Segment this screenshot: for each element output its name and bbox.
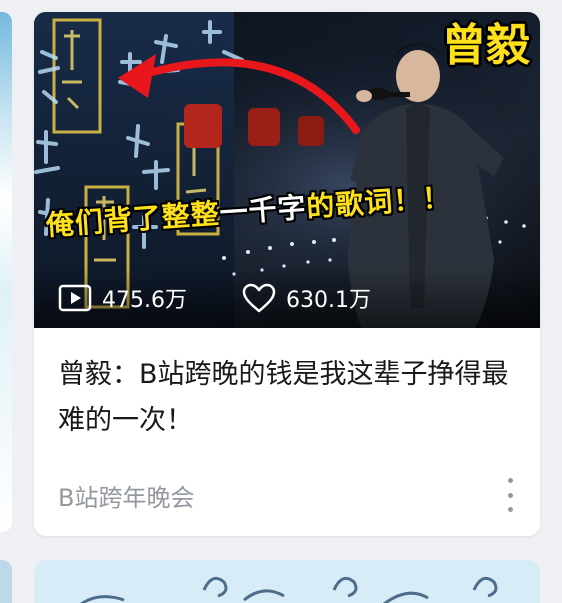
like-count: 630.1万 (242, 282, 371, 314)
play-count: 475.6万 (58, 282, 187, 314)
cover-stats-bar: 475.6万 630.1万 (34, 268, 540, 328)
more-dot (507, 507, 513, 512)
video-title[interactable]: 曾毅：B站跨晚的钱是我这辈子挣得最难的一次！ (58, 352, 518, 444)
more-vertical-icon[interactable] (502, 478, 518, 512)
video-card[interactable]: 曾毅 俺们背了整整一千字的歌词！！ 475.6万 630.1万 曾毅：B站跨晚的… (34, 12, 540, 536)
previous-card-edge-bottom[interactable] (0, 560, 12, 603)
more-dot (507, 478, 513, 483)
more-dot (507, 492, 513, 498)
play-count-icon (58, 284, 92, 312)
uploader-name[interactable]: B站跨年晚会 (58, 478, 194, 513)
previous-card-edge[interactable] (0, 12, 12, 532)
feed-page: 曾毅 俺们背了整整一千字的歌词！！ 475.6万 630.1万 曾毅：B站跨晚的… (0, 0, 562, 603)
play-count-value: 475.6万 (102, 288, 187, 313)
video-cover[interactable]: 曾毅 俺们背了整整一千字的歌词！！ 475.6万 630.1万 (34, 12, 540, 328)
heart-icon (242, 283, 276, 313)
next-card-thumbnail (80, 576, 498, 603)
cover-title-badge: 曾毅 (442, 20, 530, 71)
like-count-value: 630.1万 (286, 288, 371, 313)
cover-caption-part2: 一千字 (218, 190, 308, 230)
next-video-card[interactable] (34, 560, 540, 603)
